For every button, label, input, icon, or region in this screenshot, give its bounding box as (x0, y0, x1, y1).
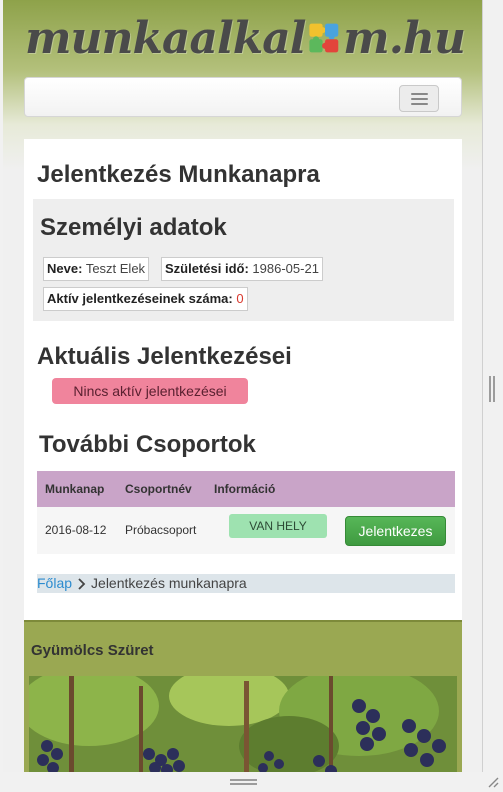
birth-date-value: 1986-05-21 (252, 261, 319, 276)
page-frame: munkaalkal m.hu Jelentkezés Munkanapra S… (3, 0, 483, 772)
chevron-right-icon (78, 577, 86, 590)
personal-heading: Személyi adatok (40, 214, 227, 241)
resize-corner-icon[interactable] (487, 776, 499, 788)
column-header-information: Információ (214, 482, 276, 496)
breadcrumb-current: Jelentkezés munkanapra (91, 575, 247, 591)
top-navbar (24, 77, 462, 117)
main-content: Jelentkezés Munkanapra Személyi adatok N… (24, 139, 462, 620)
table-header: Munkanap Csoportnév Információ (37, 471, 455, 507)
groups-table: Munkanap Csoportnév Információ 2016-08-1… (37, 471, 455, 554)
grape-harvest-photo (29, 676, 457, 772)
row-group-name: Próbacsoport (125, 523, 197, 537)
apply-button[interactable]: Jelentkezes (345, 516, 446, 546)
personal-data-panel: Személyi adatok Neve: Teszt Elek Születé… (33, 199, 454, 321)
column-header-workday: Munkanap (45, 482, 105, 496)
bottom-resize-handle[interactable] (230, 779, 257, 785)
active-count-label: Aktív jelentkezéseinek száma: (47, 291, 233, 306)
hamburger-menu-button[interactable] (399, 85, 439, 112)
active-count-value: 0 (236, 291, 244, 306)
puzzle-logo-icon (309, 23, 339, 53)
name-label: Neve: (47, 261, 83, 276)
hamburger-icon-bar (410, 97, 428, 100)
page-title: Jelentkezés Munkanapra (37, 161, 320, 188)
name-value: Teszt Elek (85, 261, 146, 276)
other-groups-heading: További Csoportok (39, 431, 256, 458)
column-header-group-name: Csoportnév (125, 482, 192, 496)
availability-status-badge: VAN HELY (229, 514, 327, 538)
logo-text-part1: munkaalkal (25, 12, 306, 64)
breadcrumb: Főlap Jelentkezés munkanapra (37, 574, 455, 593)
hamburger-icon-bar (410, 102, 428, 105)
site-logo[interactable]: munkaalkal m.hu (25, 8, 466, 68)
birth-date-label: Születési idő: (165, 261, 249, 276)
row-date: 2016-08-12 (45, 523, 107, 537)
current-applications-heading: Aktuális Jelentkezései (37, 343, 292, 370)
no-active-applications-badge: Nincs aktív jelentkezései (52, 378, 248, 404)
gallery-title: Gyümölcs Szüret (31, 642, 154, 659)
gallery-section: Gyümölcs Szüret (24, 620, 462, 772)
logo-text-part2: m.hu (343, 12, 466, 64)
birth-date-field: Születési idő: 1986-05-21 (161, 257, 323, 281)
active-count-field: Aktív jelentkezéseinek száma: 0 (43, 287, 248, 311)
hamburger-icon-bar (410, 92, 428, 95)
table-row: 2016-08-12 Próbacsoport VAN HELY Jelentk… (37, 507, 455, 554)
breadcrumb-home-link[interactable]: Főlap (37, 574, 72, 593)
side-scroll-handle[interactable] (489, 376, 495, 402)
name-field: Neve: Teszt Elek (43, 257, 150, 281)
